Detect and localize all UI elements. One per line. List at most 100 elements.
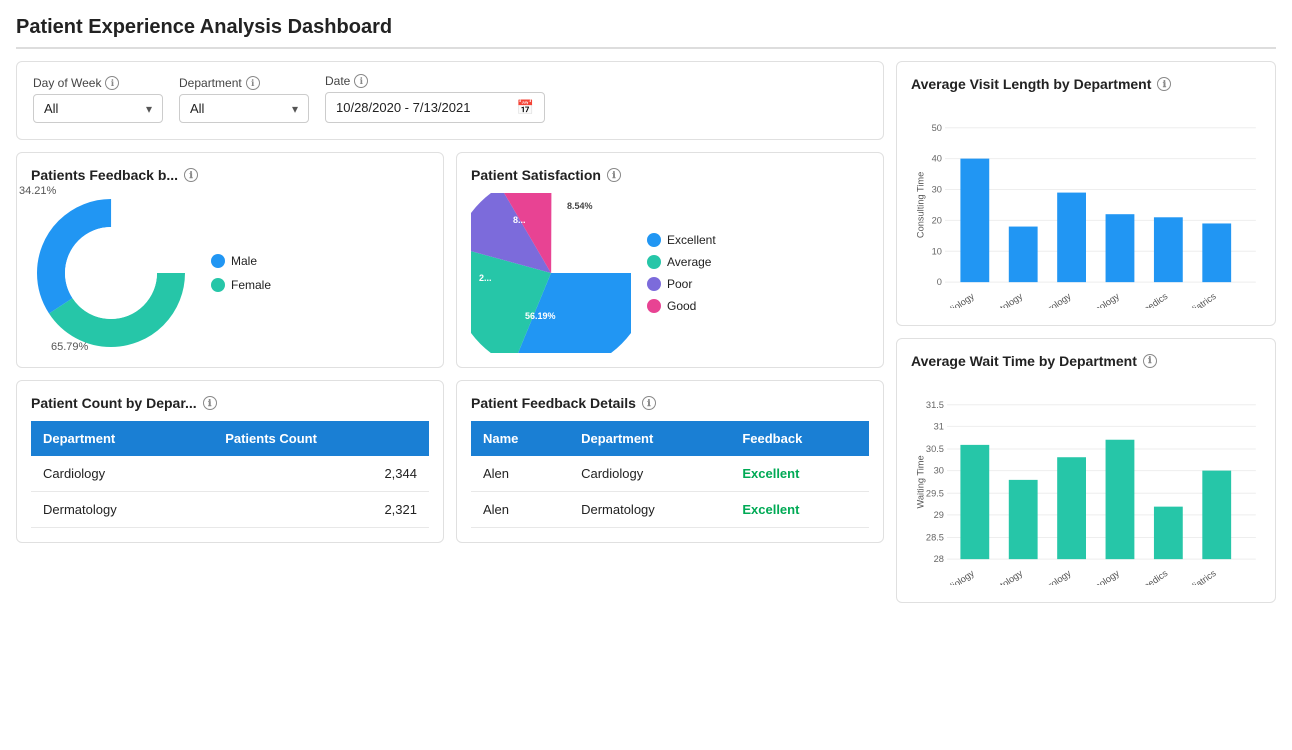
filter-date-label: Date — [325, 74, 350, 88]
legend-excellent-dot — [647, 233, 661, 247]
legend-poor: Poor — [647, 277, 716, 291]
donut-legend: Male Female — [211, 254, 271, 292]
pie-chart-container: 56.19% 2... 8... 8.54% Excellent Average — [471, 193, 869, 353]
pie-label-average: 2... — [479, 273, 492, 283]
svg-text:30.5: 30.5 — [926, 444, 944, 454]
count-cell: 2,344 — [213, 456, 429, 492]
svg-text:10: 10 — [932, 246, 942, 256]
svg-text:28: 28 — [934, 554, 944, 564]
patients-feedback-card: Patients Feedback b... ℹ — [16, 152, 444, 368]
col-name-header: Name — [471, 421, 569, 456]
svg-text:Ophthalmology: Ophthalmology — [1064, 291, 1121, 308]
svg-text:Dermatology: Dermatology — [976, 568, 1025, 585]
legend-female-label: Female — [231, 278, 271, 292]
legend-excellent: Excellent — [647, 233, 716, 247]
col-dept-header: Department — [569, 421, 730, 456]
avg-wait-info-icon: ℹ — [1143, 354, 1157, 368]
svg-text:0: 0 — [937, 277, 942, 287]
patients-feedback-info-icon: ℹ — [184, 168, 198, 182]
feedback-details-card: Patient Feedback Details ℹ Name Departme… — [456, 380, 884, 543]
avg-wait-time-card: Average Wait Time by Department ℹ Waitin… — [896, 338, 1276, 603]
patient-count-title: Patient Count by Depar... — [31, 395, 197, 411]
feedback-details-title: Patient Feedback Details — [471, 395, 636, 411]
avg-wait-time-title: Average Wait Time by Department — [911, 353, 1137, 369]
y-axis-visit-label: Consulting Time — [915, 172, 925, 238]
pie-label-excellent: 56.19% — [525, 311, 556, 321]
legend-male: Male — [211, 254, 271, 268]
avg-visit-info-icon: ℹ — [1157, 77, 1171, 91]
patient-count-card: Patient Count by Depar... ℹ Department P… — [16, 380, 444, 543]
avg-visit-length-card: Average Visit Length by Department ℹ Con… — [896, 61, 1276, 326]
table-row: Cardiology 2,344 — [31, 456, 429, 492]
legend-average: Average — [647, 255, 716, 269]
legend-female-dot — [211, 278, 225, 292]
page-title: Patient Experience Analysis Dashboard — [16, 16, 1276, 49]
filter-dept-label: Department — [179, 76, 242, 90]
table-row: Alen Cardiology Excellent — [471, 456, 869, 492]
filter-date-info-icon: ℹ — [354, 74, 368, 88]
svg-text:Waiting Time: Waiting Time — [915, 455, 925, 508]
svg-text:30: 30 — [934, 466, 944, 476]
legend-male-label: Male — [231, 254, 257, 268]
feedback-cell: Excellent — [730, 492, 869, 528]
dept-cell: Cardiology — [31, 456, 213, 492]
legend-female: Female — [211, 278, 271, 292]
svg-text:20: 20 — [932, 215, 942, 225]
chevron-down-icon: ▾ — [292, 102, 298, 116]
legend-good: Good — [647, 299, 716, 313]
filter-date-select[interactable]: 10/28/2020 - 7/13/2021 📅 — [325, 92, 545, 123]
svg-text:31: 31 — [934, 421, 944, 431]
col-feedback-header: Feedback — [730, 421, 869, 456]
patient-satisfaction-info-icon: ℹ — [607, 168, 621, 182]
legend-excellent-label: Excellent — [667, 233, 716, 247]
filter-day-select[interactable]: All ▾ — [33, 94, 163, 123]
patient-count-info-icon: ℹ — [203, 396, 217, 410]
svg-text:Cardiology: Cardiology — [934, 291, 976, 308]
legend-poor-label: Poor — [667, 277, 692, 291]
svg-text:30: 30 — [932, 185, 942, 195]
name-cell: Alen — [471, 492, 569, 528]
filter-dept-info-icon: ℹ — [246, 76, 260, 90]
chevron-down-icon: ▾ — [146, 102, 152, 116]
patients-feedback-title: Patients Feedback b... — [31, 167, 178, 183]
svg-text:31.5: 31.5 — [926, 400, 944, 410]
svg-text:28.5: 28.5 — [926, 532, 944, 542]
donut-bottom-label: 65.79% — [51, 341, 88, 353]
patient-count-table: Department Patients Count Cardiology 2,3… — [31, 421, 429, 528]
svg-text:Neurology: Neurology — [1032, 568, 1073, 585]
filter-day-info-icon: ℹ — [105, 76, 119, 90]
count-cell: 2,321 — [213, 492, 429, 528]
name-cell: Alen — [471, 456, 569, 492]
svg-text:Ophthalmology: Ophthalmology — [1064, 568, 1121, 585]
avg-visit-length-title: Average Visit Length by Department — [911, 76, 1151, 92]
svg-text:50: 50 — [932, 123, 942, 133]
donut-chart-svg — [31, 193, 191, 353]
avg-wait-chart-svg: Waiting Time 28 28.5 29 29.5 30 30.5 31 … — [911, 379, 1261, 585]
svg-text:29.5: 29.5 — [926, 488, 944, 498]
patient-satisfaction-card: Patient Satisfaction ℹ — [456, 152, 884, 368]
filter-day-label: Day of Week — [33, 76, 101, 90]
col-dept-header: Department — [31, 421, 213, 456]
legend-average-dot — [647, 255, 661, 269]
table-row: Dermatology 2,321 — [31, 492, 429, 528]
donut-chart-container: 34.21% 65.79% Male Female — [31, 193, 429, 353]
svg-text:Orthopedics: Orthopedics — [1123, 291, 1170, 308]
svg-text:Neurology: Neurology — [1032, 291, 1073, 308]
filter-day-of-week: Day of Week ℹ All ▾ — [33, 76, 163, 123]
feedback-cell: Excellent — [730, 456, 869, 492]
pie-label-poor: 8... — [513, 215, 526, 225]
patient-satisfaction-title: Patient Satisfaction — [471, 167, 601, 183]
dept-cell: Dermatology — [569, 492, 730, 528]
filter-department: Department ℹ All ▾ — [179, 76, 309, 123]
table-row: Alen Dermatology Excellent — [471, 492, 869, 528]
filters-panel: Day of Week ℹ All ▾ Department ℹ Al — [16, 61, 884, 140]
dept-cell: Dermatology — [31, 492, 213, 528]
legend-poor-dot — [647, 277, 661, 291]
donut-top-label: 34.21% — [19, 185, 56, 197]
calendar-icon: 📅 — [517, 99, 534, 116]
legend-average-label: Average — [667, 255, 711, 269]
filter-dept-select[interactable]: All ▾ — [179, 94, 309, 123]
filter-date: Date ℹ 10/28/2020 - 7/13/2021 📅 — [325, 74, 545, 123]
pie-label-good: 8.54% — [567, 201, 593, 211]
dept-cell: Cardiology — [569, 456, 730, 492]
